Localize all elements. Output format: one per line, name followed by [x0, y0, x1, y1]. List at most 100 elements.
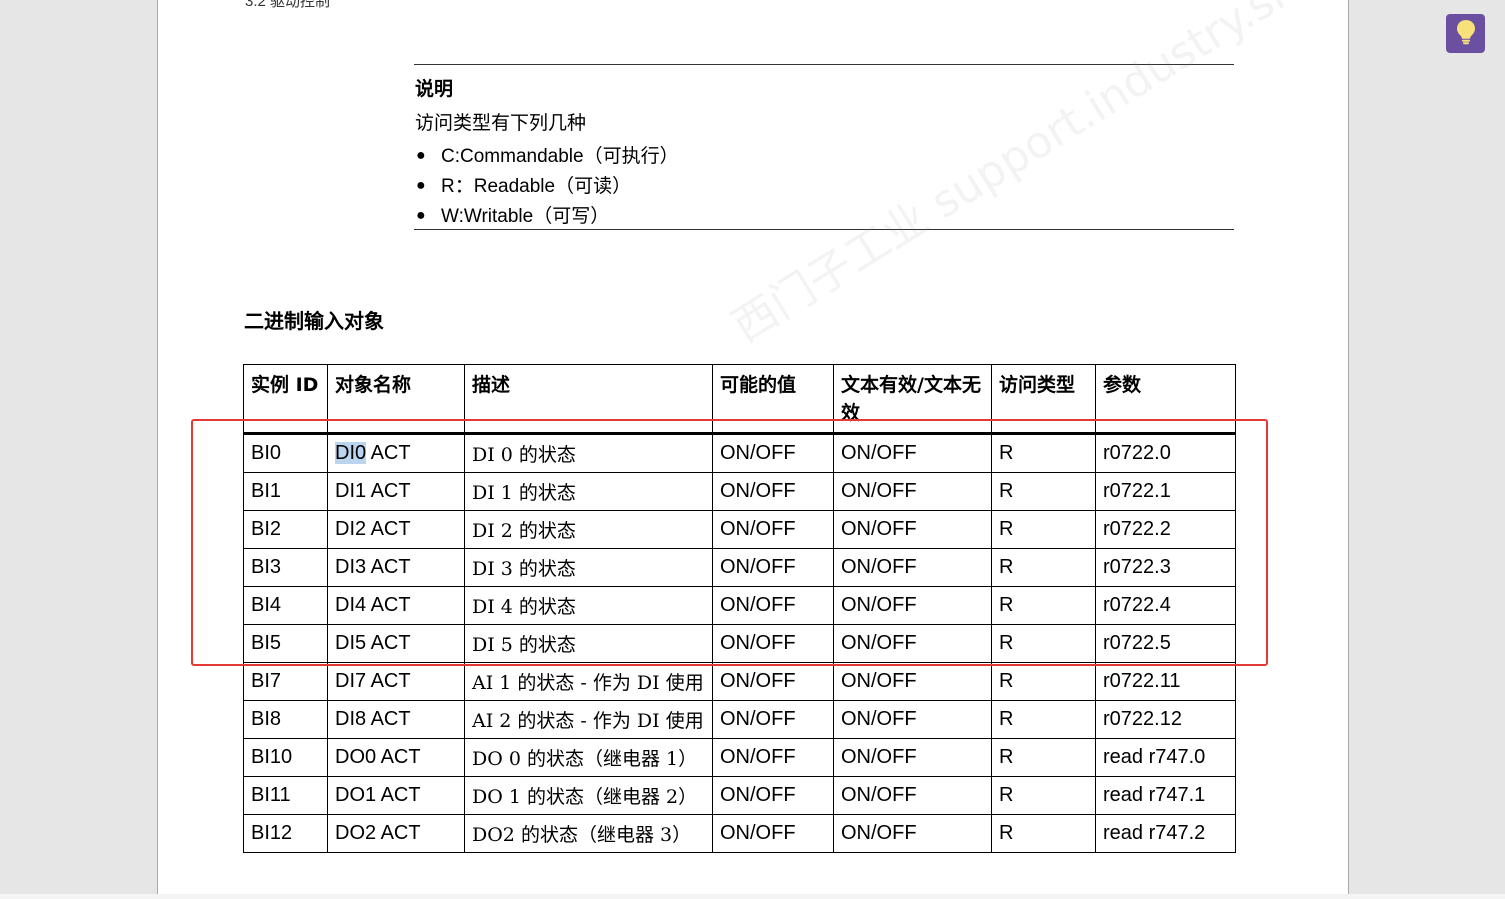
cell-description: DI 5 的状态: [464, 624, 713, 663]
table-row: BI2 DI2 ACT DI 2 的状态 ON/OFF ON/OFF Rr0722.2: [243, 510, 1236, 549]
cell-text-active-inactive: ON/OFF: [833, 433, 992, 473]
cell-access-type: R: [991, 700, 1096, 739]
table-row: BI4 DI4 ACT DI 4 的状态 ON/OFF ON/OFF Rr0722.4: [243, 586, 1236, 625]
cell-access-type: R: [991, 814, 1096, 853]
cell-possible-values: ON/OFF: [712, 433, 834, 473]
cell-text-active-inactive: ON/OFF: [833, 548, 992, 587]
cell-object-name: DI2 ACT: [327, 510, 465, 549]
header-object-name: 对象名称: [327, 364, 465, 435]
object-name-text: DO1 ACT: [335, 784, 421, 806]
cell-text-active-inactive: ON/OFF: [833, 814, 992, 853]
table-row: BI10 DO0 ACT DO 0 的状态（继电器 1） ON/OFF ON/OFF Rr…: [243, 738, 1236, 777]
cell-description: AI 1 的状态 - 作为 DI 使用: [464, 662, 713, 701]
cell-description: DI 1 的状态: [464, 472, 713, 511]
access-type-list: ● C:Commandable（可执行） ● R：Readable（可读） ● W:W…: [414, 141, 679, 231]
binary-input-objects-table: 实例 ID 对象名称 描述 可能的值 文本有效/文本无效 访问类型 参数 BI0…: [243, 364, 1236, 853]
cell-possible-values: ON/OFF: [712, 624, 834, 663]
cell-description: DI 4 的状态: [464, 586, 713, 625]
list-item-cjk: （可写）: [533, 205, 610, 227]
cell-instance-id: BI5: [243, 624, 328, 663]
cell-text-active-inactive: ON/OFF: [833, 472, 992, 511]
object-name-text: DO0 ACT: [335, 746, 421, 768]
document-page: 3.2 驱动控制 说明 访问类型有下列几种 ● C:Commandable（可执行…: [157, 0, 1349, 894]
object-name-text: DI3 ACT: [335, 556, 411, 578]
cell-access-type: R: [991, 586, 1096, 625]
cell-instance-id: BI8: [243, 700, 328, 739]
lightbulb-icon: [1455, 19, 1477, 49]
cell-parameter: r0722.0: [1095, 433, 1236, 473]
list-item: ● R：Readable（可读）: [414, 171, 679, 201]
cell-access-type: R: [991, 433, 1096, 473]
cell-text-active-inactive: ON/OFF: [833, 662, 992, 701]
header-instance-id: 实例 ID: [243, 364, 328, 435]
cell-parameter: r0722.3: [1095, 548, 1236, 587]
cell-instance-id: BI7: [243, 662, 328, 701]
page-header: 3.2 驱动控制: [245, 0, 331, 10]
cell-instance-id: BI11: [243, 776, 328, 815]
lightbulb-button[interactable]: [1446, 14, 1485, 53]
bullet-icon: ●: [416, 147, 426, 164]
table-row: BI8 DI8 ACT AI 2 的状态 - 作为 DI 使用 ON/OFF ON/OF…: [243, 700, 1236, 739]
cell-parameter: read r747.1: [1095, 776, 1236, 815]
object-name-text: DO2 ACT: [335, 822, 421, 844]
list-item: ● W:Writable（可写）: [414, 201, 679, 231]
cell-possible-values: ON/OFF: [712, 472, 834, 511]
cell-text-active-inactive: ON/OFF: [833, 624, 992, 663]
list-item-cjk: （可执行）: [583, 145, 679, 167]
header-description: 描述: [464, 364, 713, 435]
cell-object-name: DO1 ACT: [327, 776, 465, 815]
cell-description: AI 2 的状态 - 作为 DI 使用: [464, 700, 713, 739]
cell-access-type: R: [991, 662, 1096, 701]
viewer-bottom-edge: [0, 894, 1505, 899]
cell-object-name: DI5 ACT: [327, 624, 465, 663]
cell-description: DO 1 的状态（继电器 2）: [464, 776, 713, 815]
cell-parameter: r0722.1: [1095, 472, 1236, 511]
cell-possible-values: ON/OFF: [712, 738, 834, 777]
cell-object-name: DO2 ACT: [327, 814, 465, 853]
cell-access-type: R: [991, 776, 1096, 815]
cell-instance-id: BI12: [243, 814, 328, 853]
cell-parameter: read r747.2: [1095, 814, 1236, 853]
cell-access-type: R: [991, 510, 1096, 549]
cell-instance-id: BI4: [243, 586, 328, 625]
table-row: BI1 DI1 ACT DI 1 的状态 ON/OFF ON/OFF Rr0722.1: [243, 472, 1236, 511]
cell-instance-id: BI10: [243, 738, 328, 777]
table-row: BI3 DI3 ACT DI 3 的状态 ON/OFF ON/OFF Rr0722.3: [243, 548, 1236, 587]
cell-text-active-inactive: ON/OFF: [833, 586, 992, 625]
cell-parameter: r0722.12: [1095, 700, 1236, 739]
cell-description: DI 0 的状态: [464, 433, 713, 473]
table-row: BI0 DI0 ACT DI 0 的状态 ON/OFF ON/OFF Rr0722.0: [243, 433, 1236, 473]
header-text-active-inactive: 文本有效/文本无效: [833, 364, 992, 435]
cell-instance-id: BI3: [243, 548, 328, 587]
cell-parameter: r0722.4: [1095, 586, 1236, 625]
cell-parameter: r0722.5: [1095, 624, 1236, 663]
cell-object-name: DI7 ACT: [327, 662, 465, 701]
cell-parameter: r0722.2: [1095, 510, 1236, 549]
bullet-icon: ●: [416, 177, 426, 194]
cell-instance-id: BI2: [243, 510, 328, 549]
cell-object-name: DO0 ACT: [327, 738, 465, 777]
cell-parameter: r0722.11: [1095, 662, 1236, 701]
cell-object-name: DI8 ACT: [327, 700, 465, 739]
cell-object-name: DI1 ACT: [327, 472, 465, 511]
cell-access-type: R: [991, 472, 1096, 511]
cell-description: DO 0 的状态（继电器 1）: [464, 738, 713, 777]
table-row: BI5 DI5 ACT DI 5 的状态 ON/OFF ON/OFF Rr0722.5: [243, 624, 1236, 663]
cell-text-active-inactive: ON/OFF: [833, 700, 992, 739]
list-item-latin: R：Readable: [441, 176, 556, 197]
cell-possible-values: ON/OFF: [712, 586, 834, 625]
note-title: 说明: [415, 78, 454, 100]
cell-possible-values: ON/OFF: [712, 662, 834, 701]
object-name-text: DI4 ACT: [335, 594, 411, 616]
object-name-text: DI1 ACT: [335, 480, 411, 502]
object-name-text: DI2 ACT: [335, 518, 411, 540]
list-item-latin: C:Commandable: [441, 146, 584, 167]
note-intro: 访问类型有下列几种: [415, 112, 587, 134]
cell-object-name: DI4 ACT: [327, 586, 465, 625]
cell-parameter: read r747.0: [1095, 738, 1236, 777]
cell-object-name: DI0 ACT: [327, 433, 465, 473]
cell-possible-values: ON/OFF: [712, 776, 834, 815]
cell-possible-values: ON/OFF: [712, 700, 834, 739]
object-name-text: DI8 ACT: [335, 708, 411, 730]
list-item-latin: W:Writable: [441, 206, 534, 227]
